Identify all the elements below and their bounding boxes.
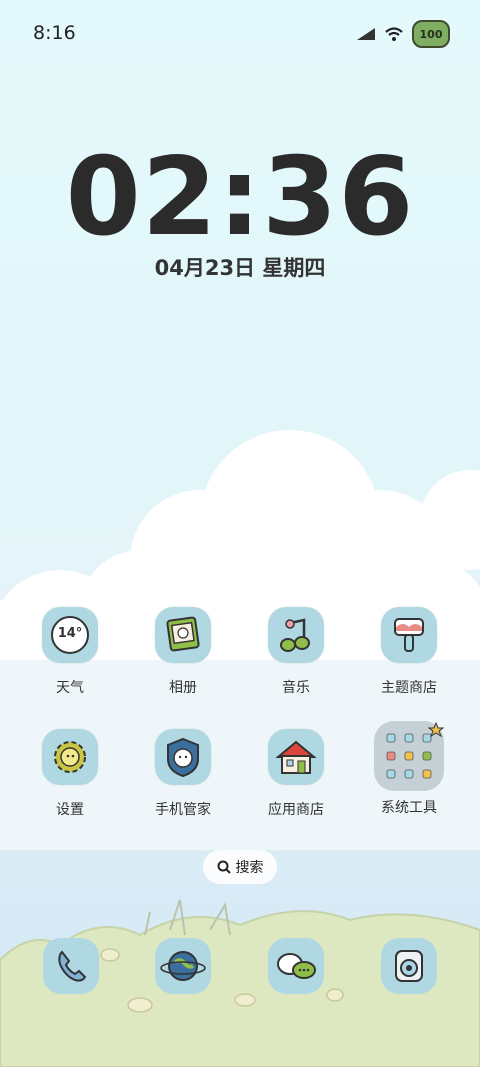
app-label: 天气 — [56, 680, 84, 696]
app-phone-manager[interactable]: 手机管家 — [135, 729, 231, 819]
app-gallery[interactable]: 相册 — [135, 607, 231, 697]
dock-camera[interactable] — [381, 938, 437, 994]
status-bar: 8:16 100 — [0, 0, 480, 68]
search-icon — [217, 860, 231, 874]
browser-icon — [160, 951, 206, 981]
app-music[interactable]: 音乐 — [248, 607, 344, 697]
app-label: 相册 — [169, 680, 197, 696]
app-system-tools-folder[interactable]: 系统工具 — [361, 721, 457, 817]
battery-level: 100 — [419, 27, 443, 41]
dock-phone[interactable] — [43, 938, 99, 994]
system-tools-folder-icon — [374, 721, 445, 791]
weather-icon: 14° — [42, 607, 98, 663]
app-label: 主题商店 — [381, 680, 437, 696]
app-app-store[interactable]: 应用商店 — [248, 729, 344, 819]
dock-messages[interactable] — [268, 938, 324, 994]
status-time: 8:16 — [33, 22, 76, 44]
phone-icon — [58, 950, 87, 982]
app-label: 音乐 — [282, 680, 310, 696]
app-label: 应用商店 — [268, 802, 324, 818]
messages-icon — [277, 953, 316, 979]
settings-icon — [42, 729, 98, 785]
app-store-icon — [268, 729, 324, 785]
phone-manager-icon — [155, 729, 211, 785]
app-settings[interactable]: 设置 — [22, 729, 118, 819]
lockscreen-clock: 02:36 — [65, 135, 415, 260]
lockscreen-date: 04月23日 星期四 — [154, 256, 326, 280]
app-label: 设置 — [56, 802, 84, 818]
app-theme-store[interactable]: 主题商店 — [361, 607, 457, 697]
search-label: 搜索 — [235, 860, 264, 876]
app-label: 系统工具 — [381, 800, 437, 816]
app-weather[interactable]: 14° 天气 — [22, 607, 118, 697]
app-label: 手机管家 — [155, 802, 211, 818]
signal-icon — [357, 28, 375, 40]
dock-browser[interactable] — [155, 938, 211, 994]
music-icon — [268, 607, 324, 663]
wifi-icon — [385, 27, 403, 41]
search-button[interactable]: 搜索 — [203, 850, 277, 884]
gallery-icon — [155, 607, 211, 663]
theme-store-icon — [381, 607, 437, 663]
camera-icon — [395, 950, 423, 982]
weather-temp: 14° — [57, 626, 83, 641]
battery-icon: 100 — [412, 20, 450, 48]
